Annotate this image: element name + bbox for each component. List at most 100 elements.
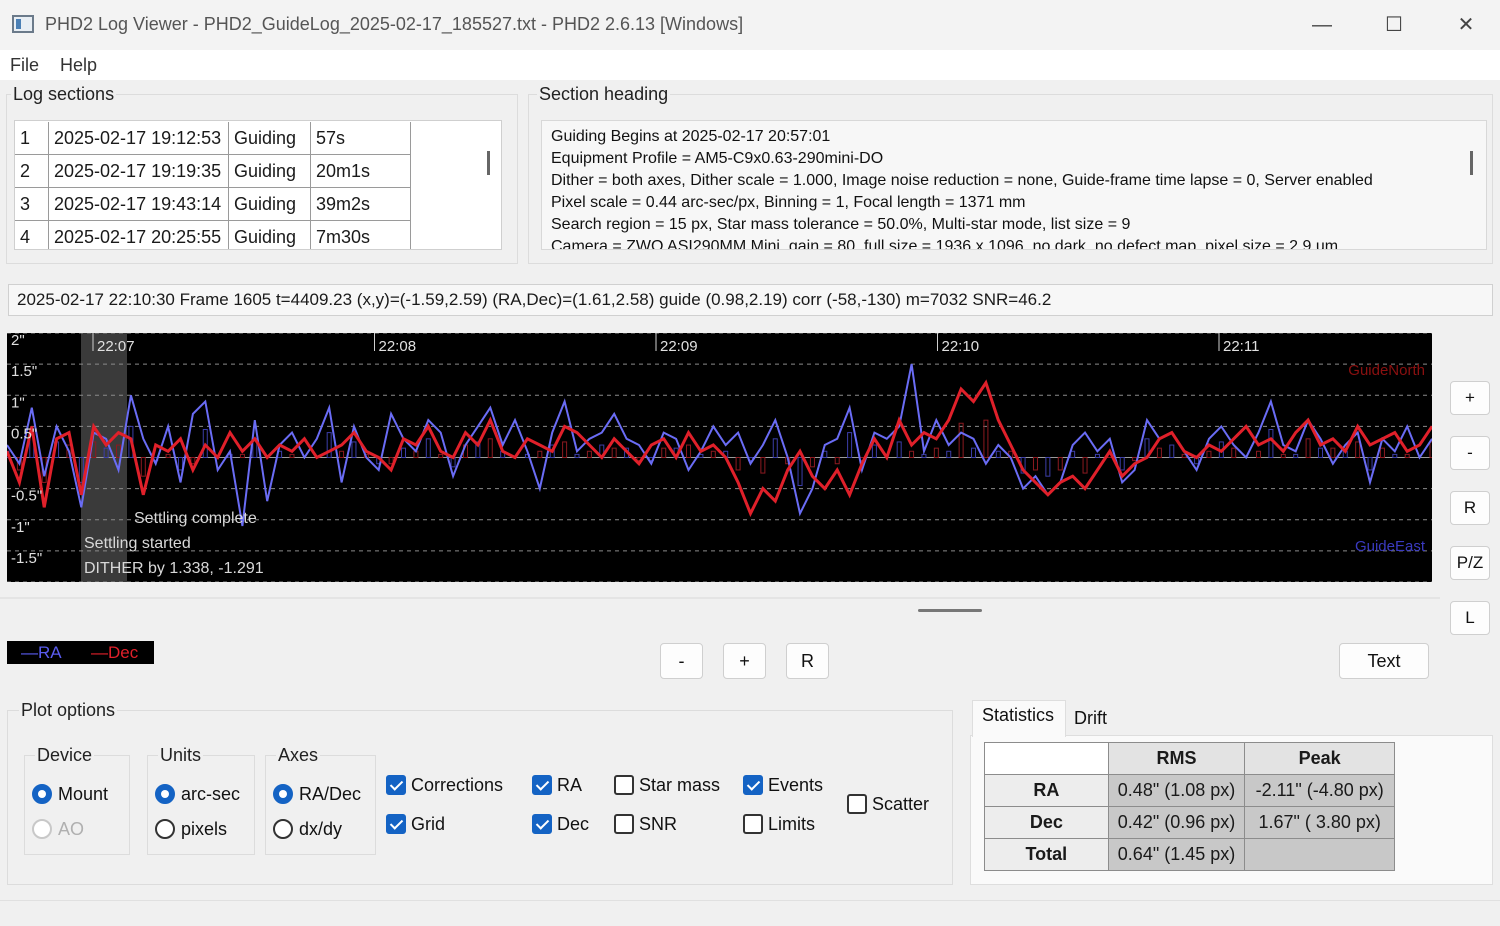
menu-file[interactable]: File: [10, 55, 39, 76]
units-pixels-radio[interactable]: [155, 819, 175, 839]
units-pixels-label: pixels: [181, 819, 228, 839]
log-table-scrollbar[interactable]: [487, 151, 490, 175]
y-tick-label: -0.5": [11, 488, 42, 505]
limits-button[interactable]: L: [1450, 601, 1490, 635]
zoom-in-x-button[interactable]: +: [723, 643, 766, 679]
tab-statistics[interactable]: Statistics: [982, 705, 1054, 726]
axes-radec-radio[interactable]: [273, 784, 293, 804]
zoom-out-y-button[interactable]: -: [1450, 436, 1490, 470]
menu-help[interactable]: Help: [60, 55, 97, 76]
pan-zoom-button[interactable]: P/Z: [1450, 546, 1490, 580]
legend-ra: —RA: [21, 643, 62, 662]
row-time: 2025-02-17 19:43:14: [49, 188, 229, 221]
units-arcsec-radio[interactable]: [155, 784, 175, 804]
heading-scrollbar[interactable]: [1470, 151, 1473, 175]
table-row[interactable]: 4 2025-02-17 20:25:55 Guiding 7m30s: [15, 221, 411, 249]
row-number: 2: [15, 155, 49, 188]
y-tick-label: 1": [11, 394, 25, 411]
splitter-handle[interactable]: [918, 609, 982, 612]
corrections-checkbox[interactable]: [386, 775, 406, 795]
graph-legend: —RA —Dec: [7, 641, 154, 664]
row-duration: 57s: [311, 122, 411, 155]
zoom-out-x-button[interactable]: -: [660, 643, 703, 679]
maximize-button[interactable]: ☐: [1374, 8, 1414, 42]
row-type: Guiding: [229, 122, 311, 155]
annotation-settling-complete: Settling complete: [134, 510, 257, 527]
limits-label: Limits: [768, 814, 816, 834]
units-group: [147, 755, 255, 855]
row-number: 4: [15, 221, 49, 249]
window-title: PHD2 Log Viewer - PHD2_GuideLog_2025-02-…: [45, 14, 744, 34]
reset-y-button[interactable]: R: [1450, 491, 1490, 525]
snr-checkbox[interactable]: [614, 814, 634, 834]
ra-checkbox[interactable]: [532, 775, 552, 795]
annotation-settling-started: Settling started: [84, 535, 191, 552]
device-group: [24, 755, 130, 855]
device-mount-radio[interactable]: [32, 784, 52, 804]
guide-graph[interactable]: 22:07 22:08 22:09 22:10 22:11 2" 1.5" 1" 0.5" -0…: [7, 333, 1432, 582]
reset-x-button[interactable]: R: [786, 643, 829, 679]
y-tick-label: -1.5": [11, 550, 42, 567]
row-time: 2025-02-17 20:25:55: [49, 221, 229, 249]
events-label: Events: [768, 775, 824, 795]
y-tick-label: -1": [11, 519, 30, 536]
heading-line: Equipment Profile = AM5-C9x0.63-290mini-…: [551, 150, 884, 167]
axes-group: [265, 755, 376, 855]
dec-checkbox[interactable]: [532, 814, 552, 834]
y-tick-label: 2": [11, 333, 25, 349]
stats-peak-value: -2.11" (-4.80 px): [1244, 774, 1395, 807]
table-row: RA 0.48" (1.08 px) -2.11" (-4.80 px): [984, 774, 1395, 807]
star-mass-checkbox[interactable]: [614, 775, 634, 795]
axes-dxdy-radio[interactable]: [273, 819, 293, 839]
legend-dec: —Dec: [91, 643, 139, 662]
device-label: Device: [35, 745, 95, 766]
stats-row-label: Total: [984, 838, 1109, 871]
events-checkbox[interactable]: [743, 775, 763, 795]
ra-label: RA: [557, 775, 583, 795]
frame-status-line: 2025-02-17 22:10:30 Frame 1605 t=4409.23…: [8, 284, 1493, 316]
axes-radec-label: RA/Dec: [299, 784, 362, 804]
row-duration: 39m2s: [311, 188, 411, 221]
row-duration: 7m30s: [311, 221, 411, 249]
grid-label: Grid: [411, 814, 446, 834]
units-label: Units: [158, 745, 204, 766]
y-tick-label: 1.5": [11, 363, 37, 380]
row-time: 2025-02-17 19:19:35: [49, 155, 229, 188]
heading-line: Search region = 15 px, Star mass toleran…: [551, 216, 1131, 233]
table-row[interactable]: 2 2025-02-17 19:19:35 Guiding 20m1s: [15, 155, 411, 188]
row-type: Guiding: [229, 221, 311, 249]
time-tick-label: 22:07: [97, 338, 135, 355]
time-tick-label: 22:10: [942, 338, 980, 355]
table-row: Dec 0.42" (0.96 px) 1.67" ( 3.80 px): [984, 806, 1395, 839]
axes-label: Axes: [276, 745, 321, 766]
dec-label: Dec: [557, 814, 590, 834]
grid-checkbox[interactable]: [386, 814, 406, 834]
y-tick-label: 0.5": [11, 425, 37, 442]
text-button[interactable]: Text: [1339, 643, 1429, 679]
stats-header-rms: RMS: [1107, 742, 1246, 775]
guide-north-label: GuideNorth: [1348, 362, 1425, 379]
limits-checkbox[interactable]: [743, 814, 763, 834]
table-row[interactable]: 1 2025-02-17 19:12:53 Guiding 57s: [15, 122, 411, 155]
scatter-checkbox[interactable]: [847, 794, 867, 814]
row-number: 3: [15, 188, 49, 221]
stats-header-peak: Peak: [1244, 742, 1395, 775]
table-row[interactable]: 3 2025-02-17 19:43:14 Guiding 39m2s: [15, 188, 411, 221]
tab-drift[interactable]: Drift: [1074, 708, 1107, 729]
close-button[interactable]: ✕: [1446, 8, 1486, 42]
zoom-in-y-button[interactable]: +: [1450, 381, 1490, 415]
row-number: 1: [15, 122, 49, 155]
heading-line: Pixel scale = 0.44 arc-sec/px, Binning =…: [551, 194, 1026, 211]
statistics-table: RMS Peak RA 0.48" (1.08 px) -2.11" (-4.8…: [984, 742, 1395, 871]
log-sections-table: 1 2025-02-17 19:12:53 Guiding 57s 2 2025…: [14, 120, 502, 250]
splitter[interactable]: [0, 597, 1440, 599]
snr-label: SNR: [639, 814, 678, 834]
plot-options-label: Plot options: [19, 700, 118, 721]
section-heading-text: Guiding Begins at 2025-02-17 20:57:01 Eq…: [541, 120, 1487, 250]
device-mount-label: Mount: [58, 784, 109, 804]
stats-row-label: RA: [984, 774, 1109, 807]
minimize-button[interactable]: —: [1302, 8, 1342, 42]
app-icon: [12, 15, 34, 33]
table-row: Total 0.64" (1.45 px): [984, 838, 1395, 871]
units-arcsec-label: arc-sec: [181, 784, 241, 804]
